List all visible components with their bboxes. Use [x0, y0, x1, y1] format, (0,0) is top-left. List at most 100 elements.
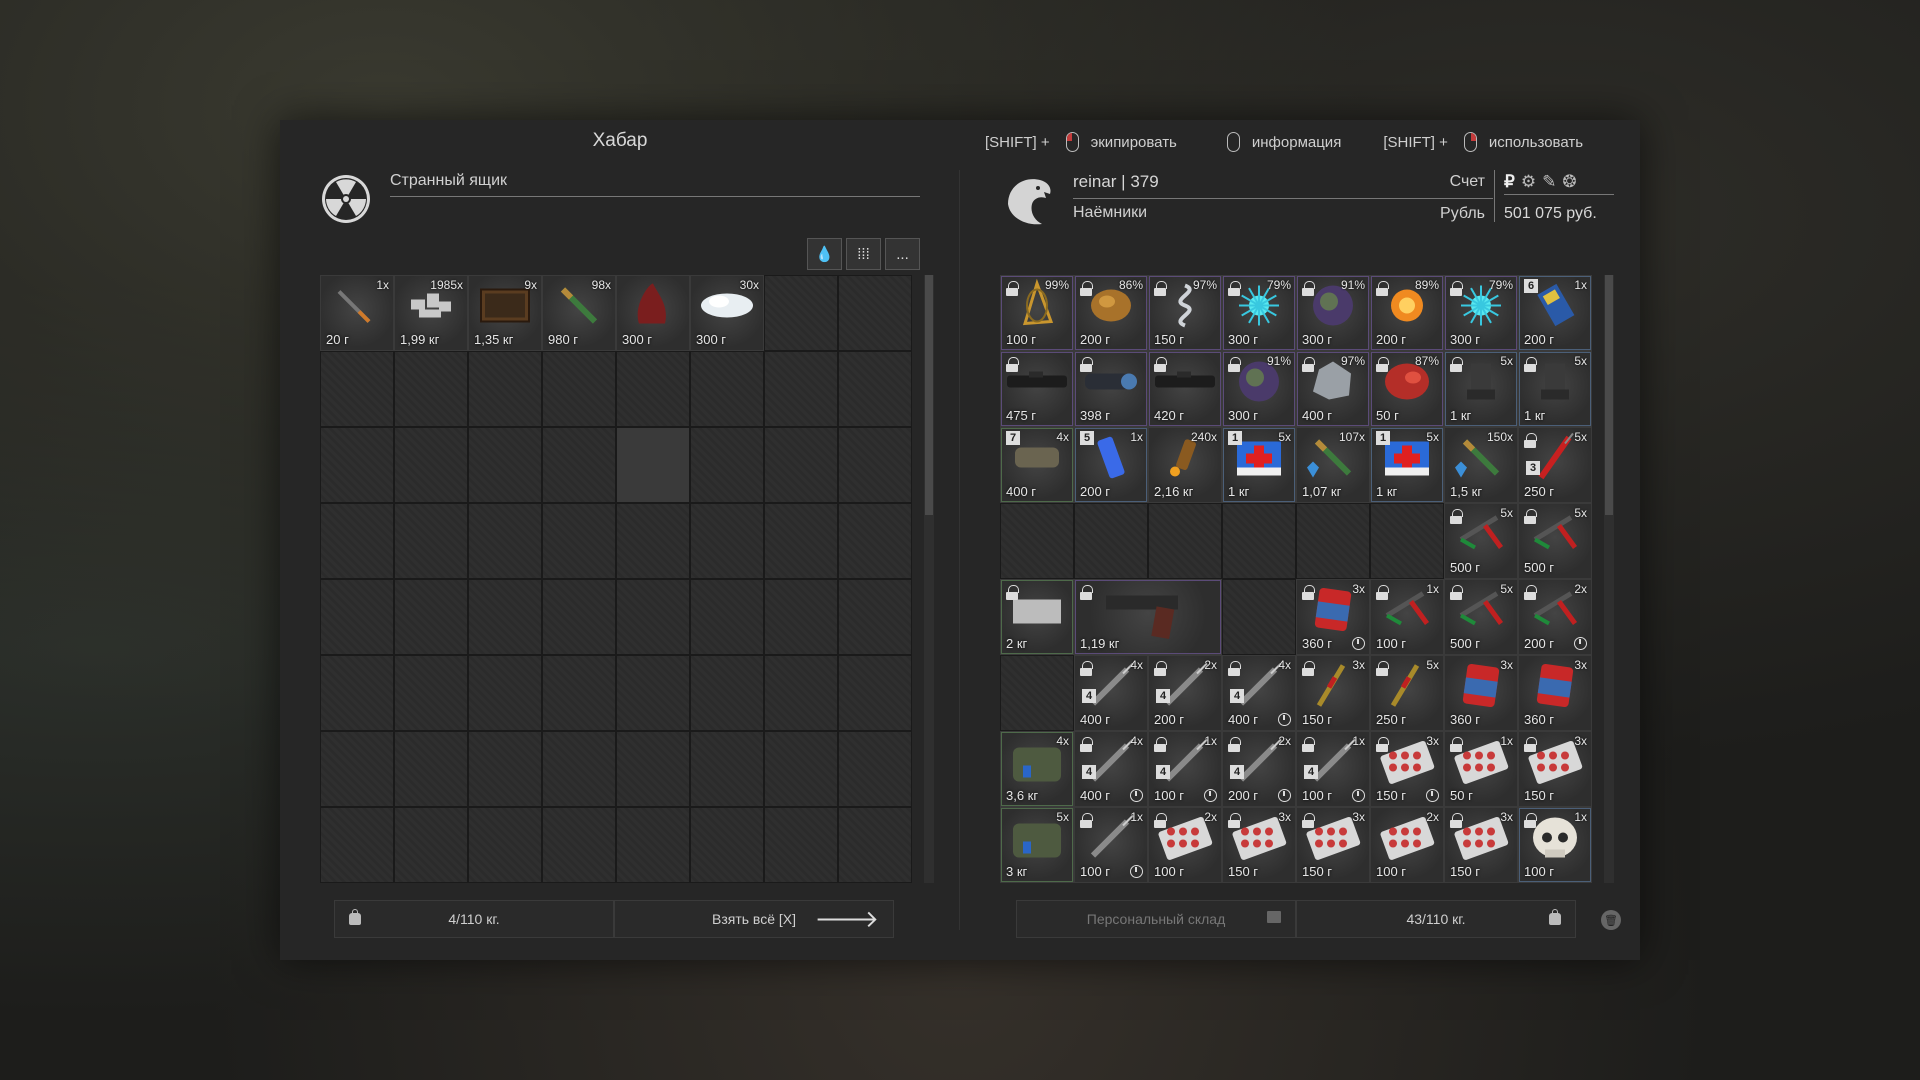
- loot-slot[interactable]: [394, 655, 468, 731]
- loot-slot[interactable]: [838, 807, 912, 883]
- loot-slot[interactable]: [764, 503, 838, 579]
- loot-item[interactable]: 1x 20 г: [320, 275, 394, 351]
- filter-more-button[interactable]: ...: [885, 238, 920, 270]
- ruble-icon[interactable]: ₽: [1504, 172, 1515, 192]
- loot-slot[interactable]: [542, 579, 616, 655]
- player-item[interactable]: 7 4x 400 г: [1000, 427, 1074, 503]
- loot-slot[interactable]: [542, 807, 616, 883]
- personal-stash-button[interactable]: Персональный склад: [1016, 900, 1296, 938]
- player-item[interactable]: 4 2x 200 г: [1222, 731, 1296, 807]
- player-slot[interactable]: [1296, 503, 1370, 579]
- player-slot[interactable]: [1074, 503, 1148, 579]
- loot-slot[interactable]: [690, 427, 764, 503]
- player-item[interactable]: 107x 1,07 кг: [1296, 427, 1370, 503]
- player-item[interactable]: 6 1x 200 г: [1518, 275, 1592, 351]
- loot-slot[interactable]: [838, 655, 912, 731]
- player-item[interactable]: 89% 200 г: [1370, 275, 1444, 351]
- player-item[interactable]: 3x 360 г: [1518, 655, 1592, 731]
- loot-slot[interactable]: [764, 351, 838, 427]
- loot-slot[interactable]: [690, 351, 764, 427]
- player-inventory-grid[interactable]: 99% 100 г 86% 200 г 97% 150 г 79% 300 г 91% 300 г…: [1000, 275, 1592, 883]
- player-scrollbar[interactable]: [1604, 275, 1614, 883]
- player-item[interactable]: 79% 300 г: [1444, 275, 1518, 351]
- loot-slot[interactable]: [468, 655, 542, 731]
- loot-slot[interactable]: [616, 655, 690, 731]
- player-slot[interactable]: [1222, 503, 1296, 579]
- loot-slot[interactable]: [468, 731, 542, 807]
- loot-slot[interactable]: [838, 579, 912, 655]
- loot-item[interactable]: 9x 1,35 кг: [468, 275, 542, 351]
- player-item[interactable]: 150x 1,5 кг: [1444, 427, 1518, 503]
- loot-slot[interactable]: [838, 427, 912, 503]
- player-item[interactable]: 1x 100 г: [1370, 579, 1444, 655]
- emblem-currency-icon[interactable]: ❂: [1562, 172, 1576, 192]
- loot-slot[interactable]: [542, 655, 616, 731]
- player-item[interactable]: 2 кг: [1000, 579, 1074, 655]
- loot-slot[interactable]: [394, 579, 468, 655]
- loot-slot[interactable]: [394, 427, 468, 503]
- loot-slot[interactable]: [690, 503, 764, 579]
- player-item[interactable]: 87% 50 г: [1370, 351, 1444, 427]
- filter-ammo-button[interactable]: ⁞⁞⁞: [846, 238, 881, 270]
- loot-slot[interactable]: [838, 503, 912, 579]
- loot-slot[interactable]: [320, 655, 394, 731]
- loot-slot[interactable]: [764, 731, 838, 807]
- loot-slot[interactable]: [838, 351, 912, 427]
- player-item[interactable]: 1x 100 г: [1074, 807, 1148, 883]
- player-item[interactable]: 4x 3,6 кг: [1000, 731, 1074, 807]
- player-item[interactable]: 97% 400 г: [1296, 351, 1370, 427]
- player-item[interactable]: 4 1x 100 г: [1148, 731, 1222, 807]
- player-item[interactable]: 2x 200 г: [1518, 579, 1592, 655]
- loot-slot[interactable]: [320, 503, 394, 579]
- player-slot[interactable]: [1370, 503, 1444, 579]
- player-slot[interactable]: [1000, 655, 1074, 731]
- loot-item[interactable]: 98x 980 г: [542, 275, 616, 351]
- loot-slot[interactable]: [394, 351, 468, 427]
- loot-slot[interactable]: [690, 807, 764, 883]
- loot-slot[interactable]: [690, 655, 764, 731]
- loot-slot[interactable]: [394, 503, 468, 579]
- loot-slot[interactable]: [394, 731, 468, 807]
- loot-item[interactable]: 1985x 1,99 кг: [394, 275, 468, 351]
- loot-slot[interactable]: [468, 427, 542, 503]
- player-slot[interactable]: [1000, 503, 1074, 579]
- player-item[interactable]: 91% 300 г: [1222, 351, 1296, 427]
- player-item[interactable]: 4 4x 400 г: [1074, 655, 1148, 731]
- loot-grid[interactable]: 1x 20 г 1985x 1,99 кг 9x 1,35 кг 98x 980 г 300 г…: [320, 275, 912, 883]
- player-item[interactable]: 3x 150 г: [1296, 655, 1370, 731]
- player-item[interactable]: 4 4x 400 г: [1074, 731, 1148, 807]
- filter-medical-button[interactable]: 💧: [807, 238, 842, 270]
- player-item[interactable]: 3x 150 г: [1296, 807, 1370, 883]
- loot-slot[interactable]: [468, 351, 542, 427]
- player-item[interactable]: 5x 500 г: [1444, 503, 1518, 579]
- loot-slot[interactable]: [320, 427, 394, 503]
- loot-item[interactable]: 30x 300 г: [690, 275, 764, 351]
- loot-slot[interactable]: [320, 351, 394, 427]
- loot-slot[interactable]: [616, 503, 690, 579]
- player-item[interactable]: 3x 360 г: [1296, 579, 1370, 655]
- loot-slot[interactable]: [616, 579, 690, 655]
- loot-slot[interactable]: [468, 807, 542, 883]
- loot-slot[interactable]: [764, 275, 838, 351]
- loot-slot[interactable]: [838, 275, 912, 351]
- loot-scrollbar[interactable]: [924, 275, 934, 883]
- loot-slot[interactable]: [394, 807, 468, 883]
- loot-scroll-thumb[interactable]: [925, 275, 933, 515]
- loot-slot[interactable]: [542, 731, 616, 807]
- trash-icon[interactable]: 🗑: [1601, 910, 1621, 930]
- player-item[interactable]: 1,19 кг: [1074, 579, 1222, 655]
- player-item[interactable]: 3 5x 250 г: [1518, 427, 1592, 503]
- player-item[interactable]: 1 5x 1 кг: [1370, 427, 1444, 503]
- loot-slot[interactable]: [764, 579, 838, 655]
- loot-slot[interactable]: [320, 579, 394, 655]
- player-item[interactable]: 97% 150 г: [1148, 275, 1222, 351]
- loot-slot[interactable]: [542, 503, 616, 579]
- player-item[interactable]: 5x 1 кг: [1518, 351, 1592, 427]
- player-item[interactable]: 79% 300 г: [1222, 275, 1296, 351]
- player-item[interactable]: 91% 300 г: [1296, 275, 1370, 351]
- loot-slot[interactable]: [764, 427, 838, 503]
- loot-slot[interactable]: [468, 579, 542, 655]
- pen-currency-icon[interactable]: ✎: [1542, 172, 1556, 192]
- player-slot[interactable]: [1148, 503, 1222, 579]
- player-item[interactable]: 3x 150 г: [1444, 807, 1518, 883]
